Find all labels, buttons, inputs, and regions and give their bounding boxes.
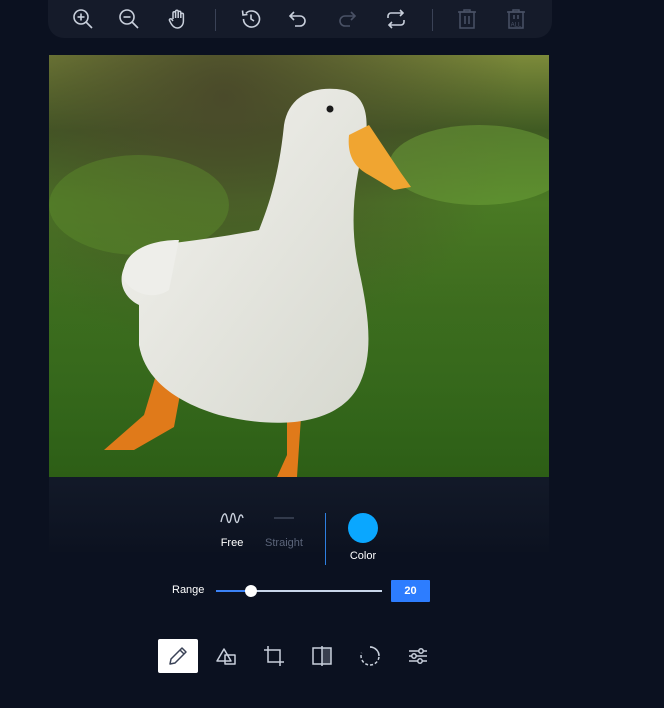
- redo-button[interactable]: [333, 5, 361, 33]
- rotate-tool-button[interactable]: [350, 639, 390, 673]
- shape-icon: [216, 648, 236, 665]
- delete-button[interactable]: [453, 5, 481, 33]
- straight-label: Straight: [265, 537, 303, 549]
- image-editor: ALL Free Straight Color Range 20: [0, 0, 664, 708]
- flip-tool-button[interactable]: [302, 639, 342, 673]
- pencil-icon: [169, 647, 187, 665]
- crop-tool-button[interactable]: [254, 639, 294, 673]
- rotate-icon: [360, 646, 380, 666]
- color-option[interactable]: Color: [343, 513, 383, 569]
- duck-photo: [49, 55, 549, 477]
- filter-icon: [409, 648, 427, 664]
- undo-button[interactable]: [284, 5, 312, 33]
- delete-all-text: ALL: [511, 23, 522, 29]
- range-slider[interactable]: [216, 585, 382, 597]
- top-toolbar: ALL: [48, 0, 552, 38]
- zoom-out-button[interactable]: [115, 5, 143, 33]
- undo-icon: [288, 11, 306, 27]
- zoom-in-button[interactable]: [69, 5, 97, 33]
- hand-button[interactable]: [164, 5, 192, 33]
- bottom-toolbar: [158, 639, 448, 675]
- range-value-input[interactable]: 20: [391, 580, 430, 602]
- image-canvas[interactable]: [49, 55, 549, 477]
- history-button[interactable]: [237, 5, 265, 33]
- free-draw-option[interactable]: Free: [206, 505, 258, 557]
- color-swatch[interactable]: [348, 513, 378, 543]
- range-slider-thumb[interactable]: [244, 585, 257, 597]
- draw-options-panel: Free Straight Color: [210, 505, 390, 565]
- crop-icon: [264, 646, 284, 666]
- reset-icon: [387, 9, 405, 29]
- panel-divider: [325, 513, 326, 565]
- free-label: Free: [220, 537, 244, 549]
- toolbar-divider: [432, 9, 433, 31]
- shape-tool-button[interactable]: [206, 639, 246, 673]
- delete-all-icon: ALL: [507, 9, 525, 29]
- toolbar-divider: [215, 9, 216, 31]
- straight-draw-option[interactable]: Straight: [258, 505, 310, 557]
- free-line-icon: [220, 512, 244, 524]
- delete-icon: [458, 9, 476, 29]
- color-label: Color: [349, 550, 377, 562]
- zoom-out-icon: [119, 9, 139, 29]
- hand-icon: [168, 9, 185, 29]
- straight-line-icon: [274, 517, 294, 519]
- draw-tool-button[interactable]: [158, 639, 198, 673]
- range-label: Range: [172, 584, 205, 596]
- reset-button[interactable]: [382, 5, 410, 33]
- flip-icon: [312, 646, 332, 666]
- history-icon: [241, 10, 261, 28]
- zoom-in-icon: [73, 9, 93, 29]
- redo-icon: [339, 11, 357, 27]
- filter-tool-button[interactable]: [398, 639, 438, 673]
- delete-all-button[interactable]: ALL: [502, 5, 530, 33]
